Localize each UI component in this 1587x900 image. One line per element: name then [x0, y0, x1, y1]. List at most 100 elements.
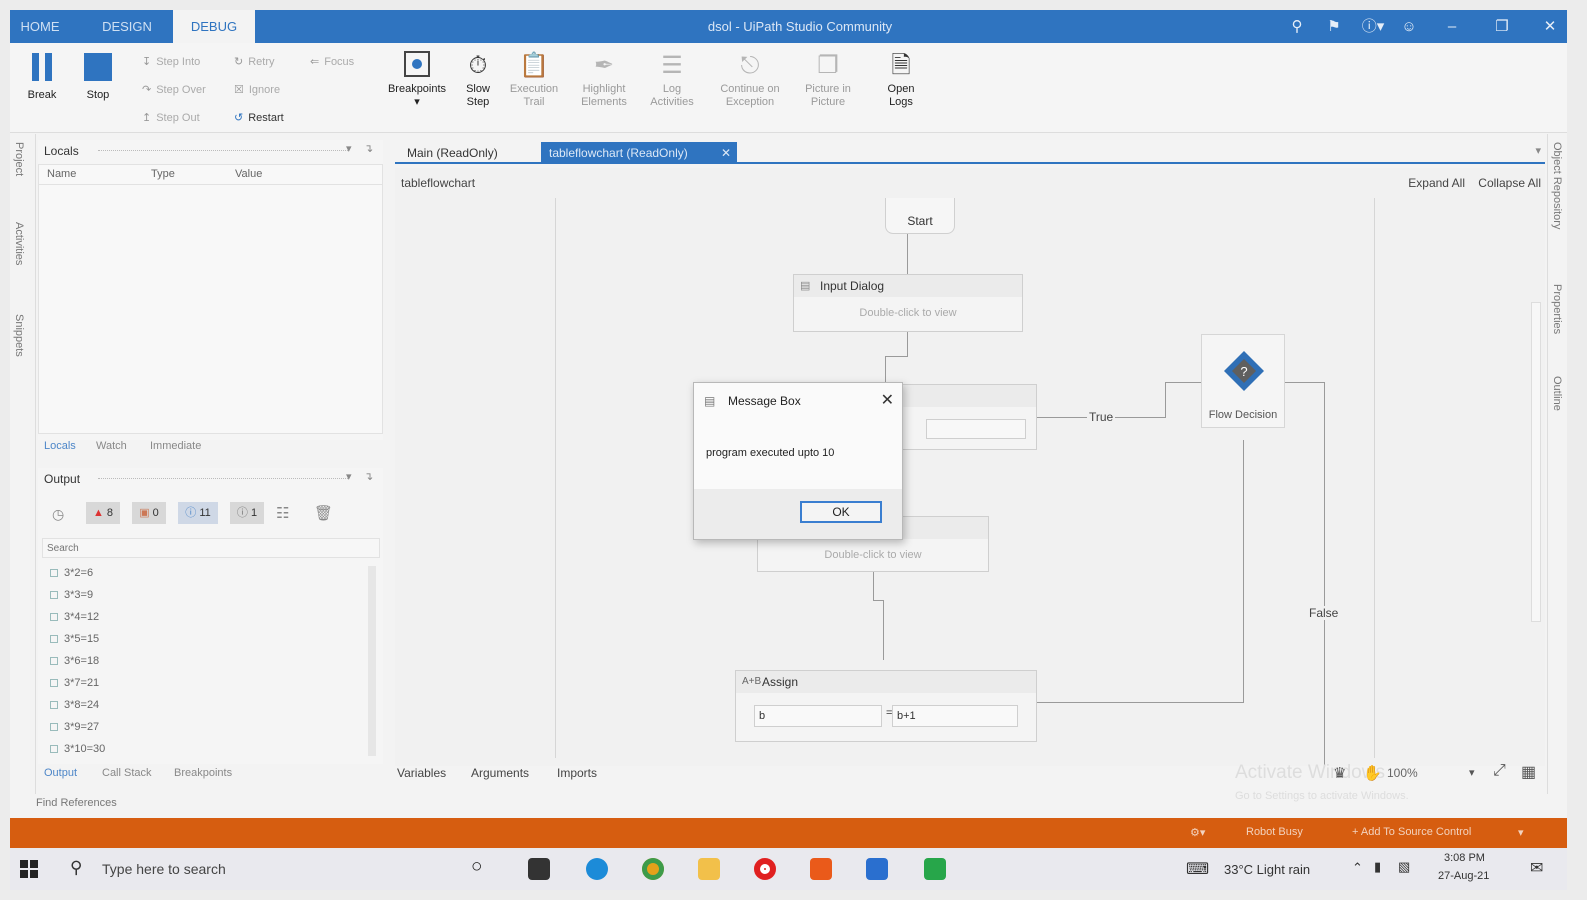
- clock-date[interactable]: 27-Aug-21: [1438, 870, 1489, 882]
- col-value[interactable]: Value: [235, 168, 262, 180]
- search-icon[interactable]: ⚲: [1285, 10, 1309, 43]
- taskbar-search-icon[interactable]: ⚲: [70, 858, 82, 878]
- variables-tab[interactable]: Variables: [397, 766, 446, 780]
- output-line[interactable]: 3*2=6: [50, 567, 93, 579]
- expand-all-link[interactable]: Expand All: [1408, 176, 1465, 190]
- tab-locals[interactable]: Locals: [44, 440, 76, 452]
- pan-icon[interactable]: ✋: [1363, 764, 1382, 782]
- rail-object-repository[interactable]: Object Repository: [1551, 142, 1563, 229]
- tab-watch[interactable]: Watch: [96, 440, 127, 452]
- network-icon[interactable]: ▮: [1374, 859, 1381, 875]
- weather-text[interactable]: 33°C Light rain: [1224, 862, 1310, 877]
- filter-trace[interactable]: ⓘ 1: [230, 502, 264, 524]
- uipath-assistant-icon[interactable]: [924, 858, 946, 880]
- retry-button[interactable]: ↻ Retry: [234, 55, 275, 68]
- rail-properties[interactable]: Properties: [1551, 284, 1563, 334]
- input-dialog-activity[interactable]: ▤ Input Dialog Double-click to view: [793, 274, 1023, 332]
- highlight-elements-button[interactable]: ✒ Highlight Elements: [572, 49, 636, 109]
- start-node[interactable]: Start: [885, 198, 955, 234]
- rail-project[interactable]: Project: [13, 142, 25, 176]
- uipath-studio-icon[interactable]: [866, 858, 888, 880]
- canvas-scroll-thumb[interactable]: [1531, 302, 1541, 622]
- log-activities-button[interactable]: ☰ Log Activities: [642, 49, 702, 109]
- tabs-overflow-icon[interactable]: ▾: [1535, 144, 1541, 157]
- imports-tab[interactable]: Imports: [557, 766, 597, 780]
- step-over-button[interactable]: ↷ Step Over: [142, 83, 206, 96]
- edge-icon[interactable]: [586, 858, 608, 880]
- chrome-icon[interactable]: [642, 858, 664, 880]
- find-references[interactable]: Find References: [36, 797, 117, 809]
- breakpoints-button[interactable]: Breakpoints ▾: [380, 49, 454, 109]
- tab-output[interactable]: Output: [44, 767, 77, 779]
- tab-call-stack[interactable]: Call Stack: [102, 767, 152, 779]
- minimap-icon[interactable]: ▦: [1521, 762, 1536, 782]
- flow-decision-node[interactable]: ? Flow Decision: [1201, 334, 1285, 428]
- message-text-field[interactable]: [926, 419, 1026, 439]
- zoom-level[interactable]: 100%: [1387, 766, 1418, 780]
- locals-menu-icon[interactable]: ▾: [346, 142, 352, 155]
- status-settings-icon[interactable]: ⚙▾: [1190, 826, 1205, 839]
- arguments-tab[interactable]: Arguments: [471, 766, 529, 780]
- assign-to-field[interactable]: b: [754, 705, 882, 727]
- tab-home[interactable]: HOME: [10, 10, 70, 43]
- volume-icon[interactable]: ▧: [1398, 859, 1410, 875]
- rail-activities[interactable]: Activities: [13, 222, 25, 265]
- canvas-scrollbar[interactable]: [1531, 208, 1541, 728]
- execution-trail-button[interactable]: 📋 Execution Trail: [502, 49, 566, 109]
- continue-on-exception-button[interactable]: ⎋ Continue on Exception: [708, 49, 792, 109]
- store-icon[interactable]: [528, 858, 550, 880]
- break-button[interactable]: Break: [12, 49, 72, 101]
- tab-debug[interactable]: DEBUG: [173, 10, 255, 43]
- restore-icon[interactable]: ❐: [1490, 10, 1514, 43]
- add-to-source-control[interactable]: + Add To Source Control: [1352, 826, 1471, 838]
- focus-button[interactable]: ⇐ Focus: [310, 55, 354, 68]
- col-name[interactable]: Name: [47, 168, 76, 180]
- keyboard-icon[interactable]: ⌨: [1186, 859, 1209, 879]
- windows-start-icon[interactable]: [20, 860, 38, 878]
- clock-icon[interactable]: ◷: [52, 506, 64, 523]
- opera-icon[interactable]: [754, 858, 776, 880]
- task-view-icon[interactable]: ○: [471, 856, 482, 878]
- tray-chevron-icon[interactable]: ⌃: [1352, 860, 1363, 876]
- fit-to-screen-icon[interactable]: ⤢: [1493, 762, 1506, 780]
- output-menu-icon[interactable]: ▾: [346, 470, 352, 483]
- output-line[interactable]: 3*3=9: [50, 589, 93, 601]
- open-logs-button[interactable]: 🗎 Open Logs: [876, 49, 926, 109]
- trash-icon[interactable]: 🗑: [314, 504, 333, 522]
- col-type[interactable]: Type: [151, 168, 175, 180]
- step-into-button[interactable]: ↧ Step Into: [142, 55, 200, 68]
- output-search-input[interactable]: [42, 538, 380, 558]
- tab-design[interactable]: DESIGN: [92, 10, 162, 43]
- tab-main[interactable]: Main (ReadOnly): [399, 142, 506, 164]
- file-explorer-icon[interactable]: [698, 858, 720, 880]
- designer-canvas[interactable]: tableflowchart Expand All Collapse All S…: [395, 168, 1545, 766]
- picture-in-picture-button[interactable]: ❐ Picture in Picture: [798, 49, 858, 109]
- output-scrollbar[interactable]: [368, 566, 376, 756]
- output-pin-icon[interactable]: ↴: [364, 470, 373, 483]
- tab-breakpoints[interactable]: Breakpoints: [174, 767, 232, 779]
- help-icon[interactable]: ⓘ▾: [1356, 10, 1390, 43]
- notifications-icon[interactable]: ✉: [1530, 858, 1543, 878]
- output-line[interactable]: 3*8=24: [50, 699, 99, 711]
- rail-outline[interactable]: Outline: [1551, 376, 1563, 411]
- breadcrumb[interactable]: tableflowchart: [401, 176, 475, 190]
- pin-icon[interactable]: ↴: [364, 142, 373, 155]
- dialog-close-icon[interactable]: ✕: [881, 390, 894, 410]
- ok-button[interactable]: OK: [800, 501, 882, 523]
- tab-immediate[interactable]: Immediate: [150, 440, 201, 452]
- tab-close-icon[interactable]: ✕: [721, 142, 731, 164]
- taskbar-search-input[interactable]: Type here to search: [102, 861, 226, 877]
- collapse-all-link[interactable]: Collapse All: [1478, 176, 1541, 190]
- rail-snippets[interactable]: Snippets: [13, 314, 25, 357]
- output-line[interactable]: 3*7=21: [50, 677, 99, 689]
- output-line[interactable]: 3*5=15: [50, 633, 99, 645]
- output-line[interactable]: 3*6=18: [50, 655, 99, 667]
- stop-button[interactable]: Stop: [68, 49, 128, 101]
- restart-button[interactable]: ↺ Restart: [234, 111, 284, 124]
- source-control-dropdown[interactable]: ▾: [1518, 826, 1524, 839]
- step-out-button[interactable]: ↥ Step Out: [142, 111, 200, 124]
- output-line[interactable]: 3*10=30: [50, 743, 105, 755]
- filter-warnings[interactable]: ▣ 0: [132, 502, 166, 524]
- filter-info[interactable]: ⓘ 11: [178, 502, 218, 524]
- assign-value-field[interactable]: b+1: [892, 705, 1018, 727]
